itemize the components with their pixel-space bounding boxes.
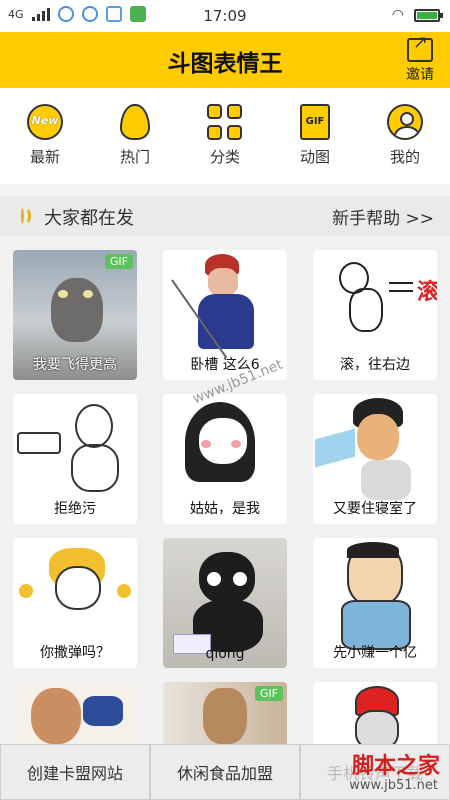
sticker-image <box>13 682 137 744</box>
wifi-icon: ◠ <box>391 7 404 23</box>
section-title: 大家都在发 <box>44 208 134 229</box>
category-mine[interactable]: 我的 <box>370 104 440 167</box>
ad-button[interactable]: 创建卡盟网站 <box>0 744 150 800</box>
sticker-card[interactable]: 滚 滚，往右边 <box>313 250 437 380</box>
invite-button[interactable]: 邀请 <box>398 32 442 84</box>
sticker-caption: 先小赚一个亿 <box>333 645 417 661</box>
sticker-card[interactable] <box>313 682 437 744</box>
section-header: 大家都在发 新手帮助 >> <box>0 196 450 236</box>
sticker-card[interactable]: 先小赚一个亿 <box>313 538 437 668</box>
app-title: 斗图表情王 <box>167 51 283 77</box>
sticker-caption: 又要住寝室了 <box>333 501 417 517</box>
site-watermark: 脚本之家 <box>351 754 440 779</box>
app-header: 斗图表情王 邀请 <box>0 32 450 88</box>
sticker-card[interactable]: GIF <box>163 682 287 744</box>
sticker-caption: qiong <box>205 646 245 662</box>
invite-label: 邀请 <box>406 67 434 83</box>
sticker-caption: 姑姑，是我 <box>190 501 260 517</box>
sticker-card[interactable]: 姑姑，是我 <box>163 394 287 524</box>
sound-wave-icon <box>18 207 34 225</box>
ad-button[interactable]: 休闲食品加盟 <box>150 744 300 800</box>
category-label: 动图 <box>299 148 330 166</box>
category-label: 热门 <box>119 148 150 166</box>
new-badge-icon: New <box>27 104 63 140</box>
flame-icon <box>120 104 150 140</box>
category-hot[interactable]: 热门 <box>100 104 170 167</box>
sticker-caption: 你撒弹吗？ <box>40 645 110 661</box>
status-time: 17:09 <box>203 7 247 25</box>
sticker-card[interactable]: qiong <box>163 538 287 668</box>
sticker-image <box>313 682 437 744</box>
user-icon <box>387 104 423 140</box>
category-nav: New 最新 热门 分类 GIF 动图 我的 <box>0 88 450 184</box>
category-label: 分类 <box>209 148 240 166</box>
help-link[interactable]: 新手帮助 >> <box>332 204 434 229</box>
site-watermark-url: www.jb51.net <box>349 778 438 793</box>
sticker-caption: 滚，往右边 <box>340 357 410 373</box>
sticker-grid: GIF 我要飞得更高 卧槽 这么6 滚 滚，往右边 拒绝污 姑姑，是我 又要住寝… <box>0 236 450 744</box>
sticker-card[interactable]: 又要住寝室了 <box>313 394 437 524</box>
sticker-card[interactable]: GIF 我要飞得更高 <box>13 250 137 380</box>
category-browse[interactable]: 分类 <box>190 104 260 167</box>
category-label: 最新 <box>29 148 60 166</box>
sticker-card[interactable]: 拒绝污 <box>13 394 137 524</box>
grid-icon <box>207 104 243 140</box>
battery-icon <box>414 8 443 22</box>
share-icon <box>407 32 433 62</box>
sticker-caption: 我要飞得更高 <box>33 357 117 373</box>
category-latest[interactable]: New 最新 <box>10 104 80 167</box>
category-gif[interactable]: GIF 动图 <box>280 104 350 167</box>
status-right: ◠ <box>391 7 443 23</box>
category-label: 我的 <box>389 148 420 166</box>
sticker-caption: 拒绝污 <box>54 501 96 517</box>
sticker-card[interactable] <box>13 682 137 744</box>
gif-badge: GIF <box>104 254 133 269</box>
gif-file-icon: GIF <box>300 104 330 140</box>
sticker-card[interactable]: 你撒弹吗？ <box>13 538 137 668</box>
gif-badge: GIF <box>254 686 283 701</box>
status-bar: 4G 17:09 ◠ <box>0 0 450 32</box>
